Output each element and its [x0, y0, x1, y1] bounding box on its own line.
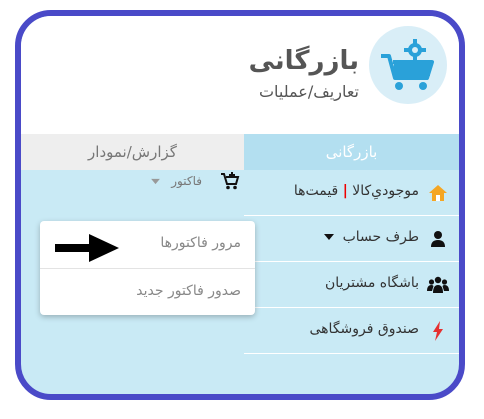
menu-label: طرف حساب: [324, 229, 419, 245]
page-title: بازرگانی: [248, 46, 359, 76]
arrow-right-icon: [55, 234, 119, 262]
dropdown-item-label: مرور فاکتورها: [160, 235, 241, 251]
cart-plus-icon: [221, 172, 240, 190]
caret-down-icon: [151, 178, 160, 185]
tab-reports-charts[interactable]: گزارش/نمودار: [21, 134, 244, 170]
header: بازرگانی تعاریف/عملیات: [21, 16, 459, 134]
page-subtitle: تعاریف/عملیات: [258, 82, 359, 101]
dropdown-item-label: صدور فاکتور جدید: [136, 283, 241, 299]
menu-item-customer-club[interactable]: باشگاه مشتریان: [244, 262, 459, 308]
menu-label: موجودیِ‌کالا | قیمت‌ها: [294, 183, 419, 199]
app-card: بازرگانی تعاریف/عملیات بازرگانی گزارش/نم…: [15, 10, 465, 400]
user-icon: [431, 231, 445, 247]
home-icon: [429, 185, 447, 201]
menu-label-text: طرف حساب: [342, 229, 419, 245]
menu-item-account-party[interactable]: طرف حساب: [244, 216, 459, 262]
sidebar-menu: موجودیِ‌کالا | قیمت‌ها طرف حساب: [244, 170, 459, 354]
menu-label: صندوق فروشگاهی: [309, 321, 420, 337]
invoice-dropdown-button[interactable]: فاکتور: [130, 172, 240, 194]
bolt-icon: [433, 321, 443, 341]
menu-label-inventory[interactable]: موجودیِ‌کالا: [352, 183, 419, 199]
menu-label-prices[interactable]: قیمت‌ها: [294, 183, 338, 199]
menu-item-inventory-prices[interactable]: موجودیِ‌کالا | قیمت‌ها: [244, 170, 459, 216]
cart-gear-icon: [381, 39, 434, 90]
tab-commerce[interactable]: بازرگانی: [244, 134, 459, 170]
tab-bar: بازرگانی گزارش/نمودار: [21, 134, 459, 170]
users-icon: [427, 276, 449, 293]
caret-down-icon: [324, 234, 335, 240]
dropdown-item-new-invoice[interactable]: صدور فاکتور جدید: [40, 269, 255, 316]
invoice-label: فاکتور: [171, 174, 202, 188]
logo: [369, 26, 447, 104]
menu-separator: |: [342, 183, 348, 199]
menu-item-pos-cashbox[interactable]: صندوق فروشگاهی: [244, 308, 459, 354]
menu-label: باشگاه مشتریان: [324, 275, 419, 291]
